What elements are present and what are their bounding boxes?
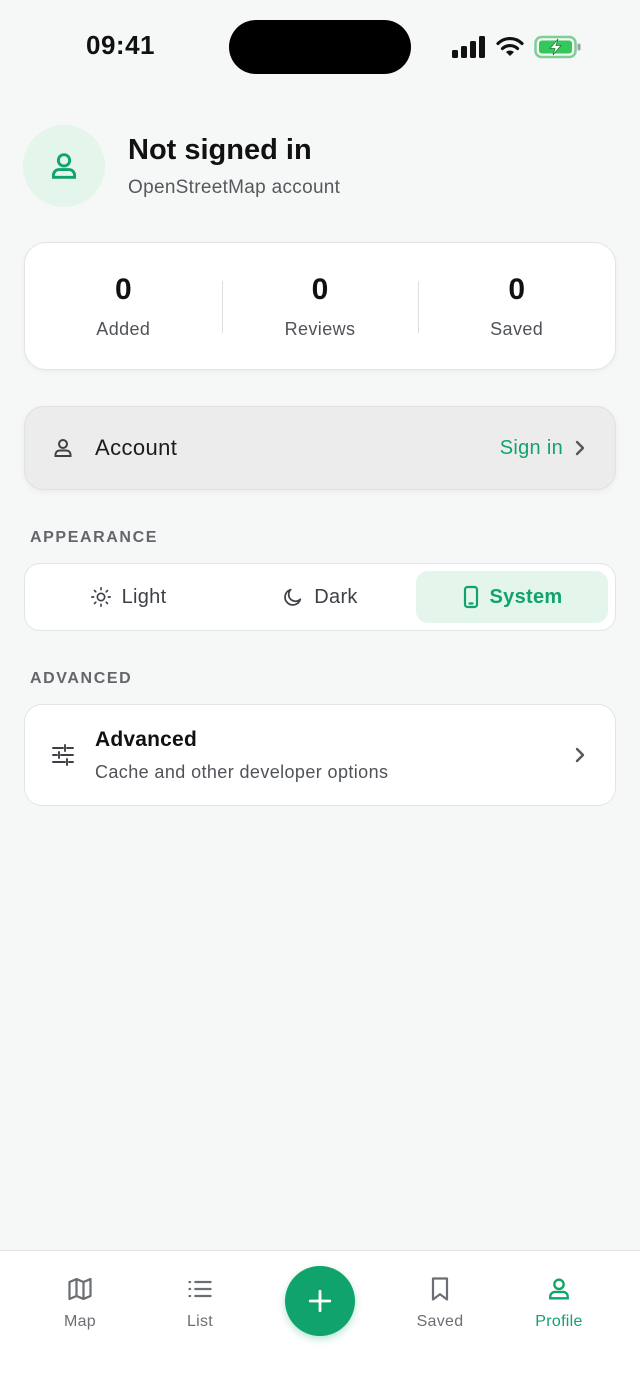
moon-icon: [282, 586, 304, 608]
wifi-icon: [496, 36, 524, 58]
profile-name: Not signed in: [128, 134, 312, 166]
account-label: Account: [95, 435, 178, 460]
appearance-header: APPEARANCE: [30, 529, 159, 546]
sun-icon: [90, 586, 112, 608]
chevron-right-icon: [573, 438, 587, 458]
add-button[interactable]: [285, 1266, 355, 1336]
stat-label: Added: [96, 319, 151, 339]
stat-label: Saved: [490, 319, 544, 339]
stat-label: Reviews: [284, 319, 356, 339]
map-icon: [66, 1275, 94, 1303]
nav-item-saved[interactable]: Saved: [390, 1275, 490, 1331]
bookmark-icon: [426, 1275, 454, 1303]
dynamic-island: [229, 20, 411, 74]
bottom-nav: Map List Saved Profile: [0, 1250, 640, 1391]
nav-label: Saved: [416, 1313, 464, 1330]
stat-value: 0: [508, 273, 526, 306]
nav-item-list[interactable]: List: [150, 1275, 250, 1331]
advanced-subtitle: Cache and other developer options: [95, 761, 389, 782]
person-icon: [47, 149, 81, 183]
sliders-icon: [51, 743, 75, 767]
segment-label: Light: [121, 585, 167, 608]
nav-label: List: [186, 1313, 214, 1330]
list-icon: [186, 1275, 214, 1303]
status-bar: 09:41: [0, 0, 640, 96]
stats-card: 0 Added 0 Reviews 0 Saved: [24, 242, 616, 370]
person-icon: [51, 436, 75, 460]
person-icon: [545, 1275, 573, 1303]
phone-icon: [462, 585, 480, 609]
appearance-segmented-control: Light Dark System: [24, 563, 616, 631]
segment-label: System: [489, 585, 563, 608]
advanced-header: ADVANCED: [30, 670, 133, 687]
profile-subtitle: OpenStreetMap account: [128, 177, 341, 198]
advanced-row[interactable]: Advanced Cache and other developer optio…: [24, 704, 616, 806]
nav-item-profile[interactable]: Profile: [509, 1275, 609, 1331]
plus-icon: [307, 1288, 333, 1314]
nav-item-map[interactable]: Map: [30, 1275, 130, 1331]
chevron-right-icon: [573, 745, 587, 765]
cellular-signal-icon: [452, 36, 486, 58]
stat-saved: 0 Saved: [418, 243, 615, 369]
nav-label: Profile: [535, 1313, 583, 1330]
battery-charging-icon: [534, 35, 582, 59]
appearance-option-dark[interactable]: Dark: [224, 571, 416, 623]
segment-label: Dark: [314, 585, 358, 608]
account-row[interactable]: Account Sign in: [24, 406, 616, 490]
advanced-title: Advanced: [95, 727, 197, 751]
stat-value: 0: [114, 273, 132, 306]
sign-in-link[interactable]: Sign in: [500, 437, 563, 460]
avatar: [23, 125, 105, 207]
appearance-option-light[interactable]: Light: [32, 571, 224, 623]
status-icons: [452, 35, 582, 59]
stat-value: 0: [311, 273, 329, 306]
status-time: 09:41: [86, 30, 155, 60]
nav-label: Map: [63, 1313, 97, 1330]
stat-added: 0 Added: [25, 243, 222, 369]
appearance-option-system[interactable]: System: [416, 571, 608, 623]
stat-reviews: 0 Reviews: [221, 243, 419, 369]
